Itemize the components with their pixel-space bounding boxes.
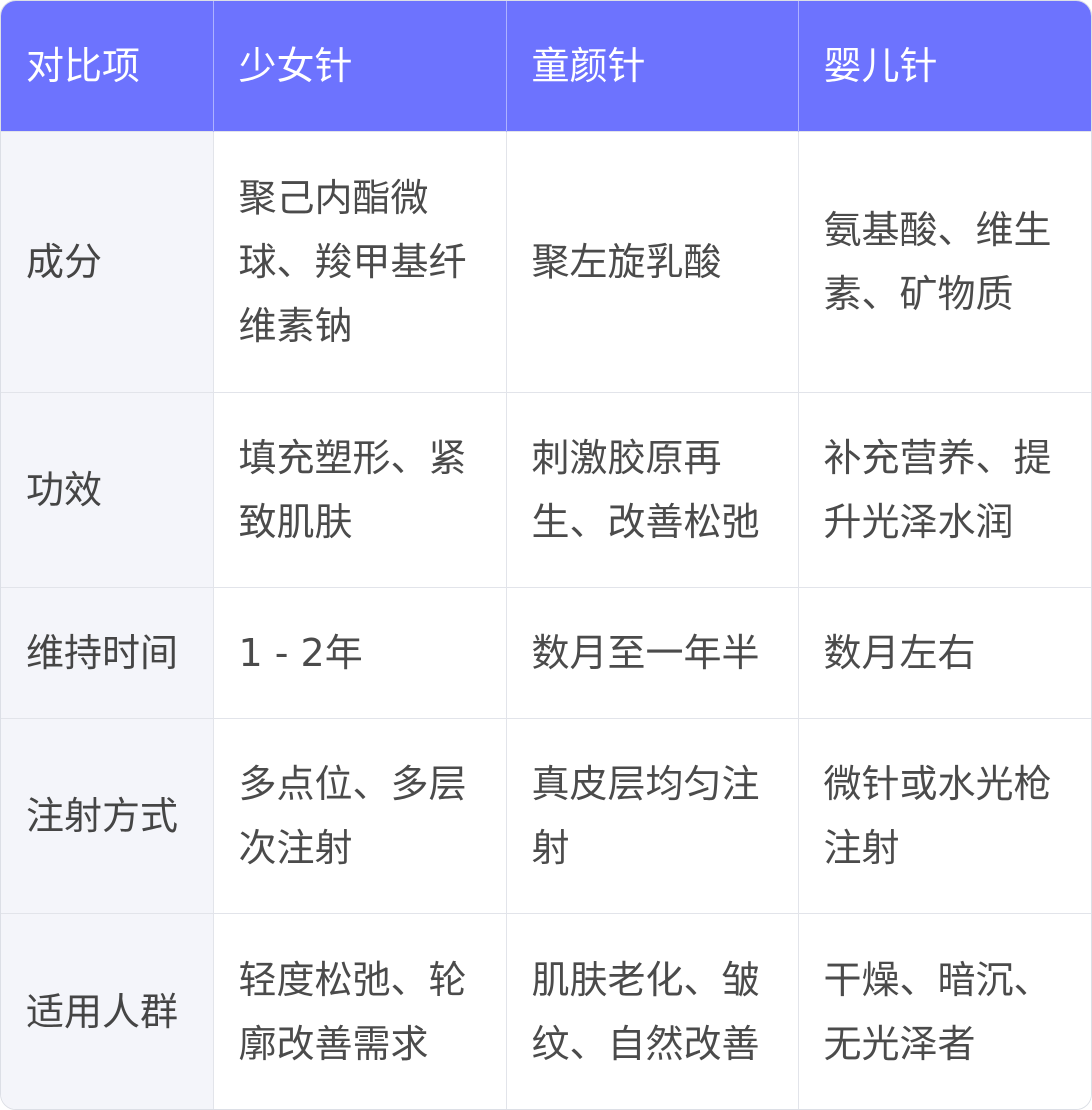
table-row-ingredients: 成分 聚己内酯微球、羧甲基纤维素钠 聚左旋乳酸 氨基酸、维生素、矿物质 [1,131,1091,393]
header-row: 对比项 少女针 童颜针 婴儿针 [1,1,1091,132]
table-cell: 聚左旋乳酸 [506,131,799,393]
table-cell: 刺激胶原再生、改善松弛 [506,391,799,588]
table-cell: 数月至一年半 [506,587,799,719]
table-cell: 氨基酸、维生素、矿物质 [798,131,1091,393]
table-cell: 1 - 2年 [213,587,507,719]
table-cell: 微针或水光枪注射 [798,717,1091,914]
table-body: 成分 聚己内酯微球、羧甲基纤维素钠 聚左旋乳酸 氨基酸、维生素、矿物质 功效 填… [1,131,1091,1109]
table-cell: 聚己内酯微球、羧甲基纤维素钠 [213,131,507,393]
table-header: 对比项 少女针 童颜针 婴儿针 [1,1,1091,132]
table-row-target-audience: 适用人群 轻度松弛、轮廓改善需求 肌肤老化、皱纹、自然改善 干燥、暗沉、无光泽者 [1,913,1091,1109]
table-cell: 干燥、暗沉、无光泽者 [798,913,1091,1109]
row-label: 维持时间 [1,587,214,719]
comparison-table-container: 对比项 少女针 童颜针 婴儿针 成分 聚己内酯微球、羧甲基纤维素钠 聚左旋乳酸 … [0,0,1092,1110]
table-cell: 数月左右 [798,587,1091,719]
table-cell: 补充营养、提升光泽水润 [798,391,1091,588]
table-cell: 肌肤老化、皱纹、自然改善 [506,913,799,1109]
header-cell-yinger: 婴儿针 [798,1,1091,132]
table-row-effect: 功效 填充塑形、紧致肌肤 刺激胶原再生、改善松弛 补充营养、提升光泽水润 [1,391,1091,588]
table-row-injection-method: 注射方式 多点位、多层次注射 真皮层均匀注射 微针或水光枪注射 [1,717,1091,914]
header-cell-item: 对比项 [1,1,214,132]
header-cell-shaonv: 少女针 [213,1,507,132]
row-label: 适用人群 [1,913,214,1109]
table-cell: 真皮层均匀注射 [506,717,799,914]
table-cell: 多点位、多层次注射 [213,717,507,914]
row-label: 功效 [1,391,214,588]
comparison-table: 对比项 少女针 童颜针 婴儿针 成分 聚己内酯微球、羧甲基纤维素钠 聚左旋乳酸 … [1,1,1091,1109]
row-label: 成分 [1,131,214,393]
header-cell-tongyan: 童颜针 [506,1,799,132]
table-cell: 轻度松弛、轮廓改善需求 [213,913,507,1109]
table-row-duration: 维持时间 1 - 2年 数月至一年半 数月左右 [1,587,1091,719]
table-cell: 填充塑形、紧致肌肤 [213,391,507,588]
row-label: 注射方式 [1,717,214,914]
